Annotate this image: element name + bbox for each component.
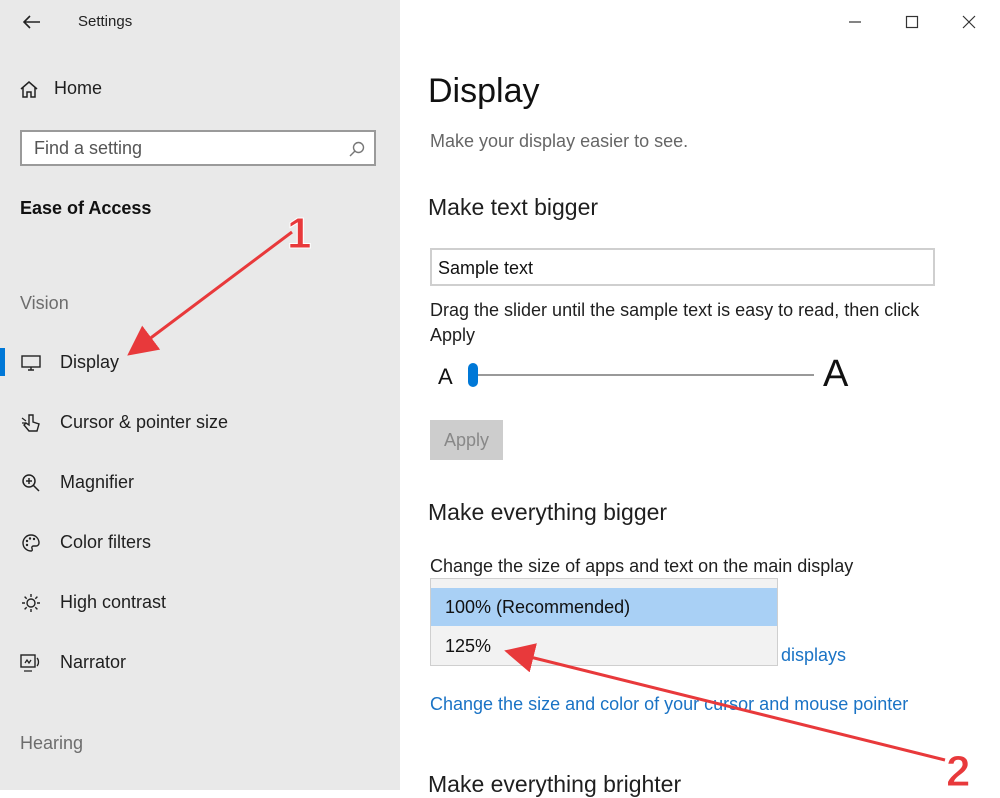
sidebar-item-label: Display (60, 352, 120, 372)
scale-dropdown-list[interactable]: 100% (Recommended) 125% (430, 578, 778, 666)
maximize-button[interactable] (895, 8, 929, 36)
magnifier-icon (20, 472, 42, 494)
home-icon (20, 80, 38, 98)
home-button[interactable]: Home (18, 78, 102, 99)
sidebar-item-label: High contrast (60, 592, 167, 612)
app-title: Settings (78, 13, 133, 30)
sidebar-item-magnifier[interactable]: Magnifier (0, 462, 400, 502)
brightness-icon (20, 592, 42, 614)
text-size-slider[interactable] (468, 363, 814, 387)
annotation-label-2: 2 (946, 747, 970, 790)
slider-instructions: Drag the slider until the sample text is… (430, 300, 920, 345)
search-icon (349, 141, 365, 157)
maximize-icon (905, 15, 919, 29)
cursor-settings-link[interactable]: Change the size and color of your cursor… (430, 694, 908, 715)
page-title: Display (428, 72, 540, 110)
sidebar-item-color-filters[interactable]: Color filters (0, 522, 400, 562)
group-label-vision: Vision (20, 293, 69, 313)
slider-max-label: A (823, 353, 849, 395)
brightness-heading: Make everything brighter (428, 771, 682, 797)
scale-option-125[interactable]: 125% (431, 627, 777, 665)
narrator-icon (20, 652, 42, 674)
scale-heading: Make everything bigger (428, 499, 668, 525)
back-button[interactable] (18, 8, 46, 36)
section-title: Ease of Access (20, 198, 152, 218)
sample-text-box: Sample text (430, 248, 935, 286)
minimize-button[interactable] (838, 8, 872, 36)
apply-button[interactable]: Apply (430, 420, 503, 460)
palette-icon (20, 532, 42, 554)
close-button[interactable] (952, 8, 986, 36)
search-box[interactable] (20, 130, 376, 166)
sidebar-item-narrator[interactable]: Narrator (0, 642, 400, 682)
sidebar-item-display[interactable]: Display (0, 342, 400, 382)
group-label-hearing: Hearing (20, 733, 84, 753)
option-label: 100% (Recommended) (445, 597, 631, 617)
page-subtitle: Make your display easier to see. (430, 131, 689, 151)
scale-option-100[interactable]: 100% (Recommended) (431, 588, 777, 626)
sample-text: Sample text (438, 258, 534, 278)
sidebar-item-label: Cursor & pointer size (60, 412, 229, 432)
scale-description: Change the size of apps and text on the … (430, 556, 854, 576)
minimize-icon (849, 21, 861, 23)
cursor-icon (20, 412, 42, 434)
slider-min-label: A (438, 364, 453, 389)
close-icon (962, 15, 976, 29)
home-label: Home (54, 78, 103, 98)
sidebar-item-label: Color filters (60, 532, 152, 552)
title-bar: Settings (0, 0, 400, 44)
text-size-heading: Make text bigger (428, 194, 599, 220)
sidebar-item-label: Narrator (60, 652, 127, 672)
sidebar-item-cursor-pointer-size[interactable]: Cursor & pointer size (0, 402, 400, 442)
slider-thumb[interactable] (468, 363, 478, 387)
monitor-icon (20, 352, 42, 374)
sidebar-item-label: Magnifier (60, 472, 135, 492)
settings-window: Settings Home Ease of Access Vision Disp… (0, 0, 1000, 797)
back-arrow-icon (23, 15, 40, 29)
active-indicator (0, 348, 5, 376)
option-label: 125% (445, 636, 492, 656)
advanced-display-link[interactable]: displays (781, 645, 846, 666)
sidebar: Settings Home Ease of Access Vision Disp… (0, 0, 400, 790)
search-input[interactable] (34, 138, 334, 159)
sidebar-item-high-contrast[interactable]: High contrast (0, 582, 400, 622)
